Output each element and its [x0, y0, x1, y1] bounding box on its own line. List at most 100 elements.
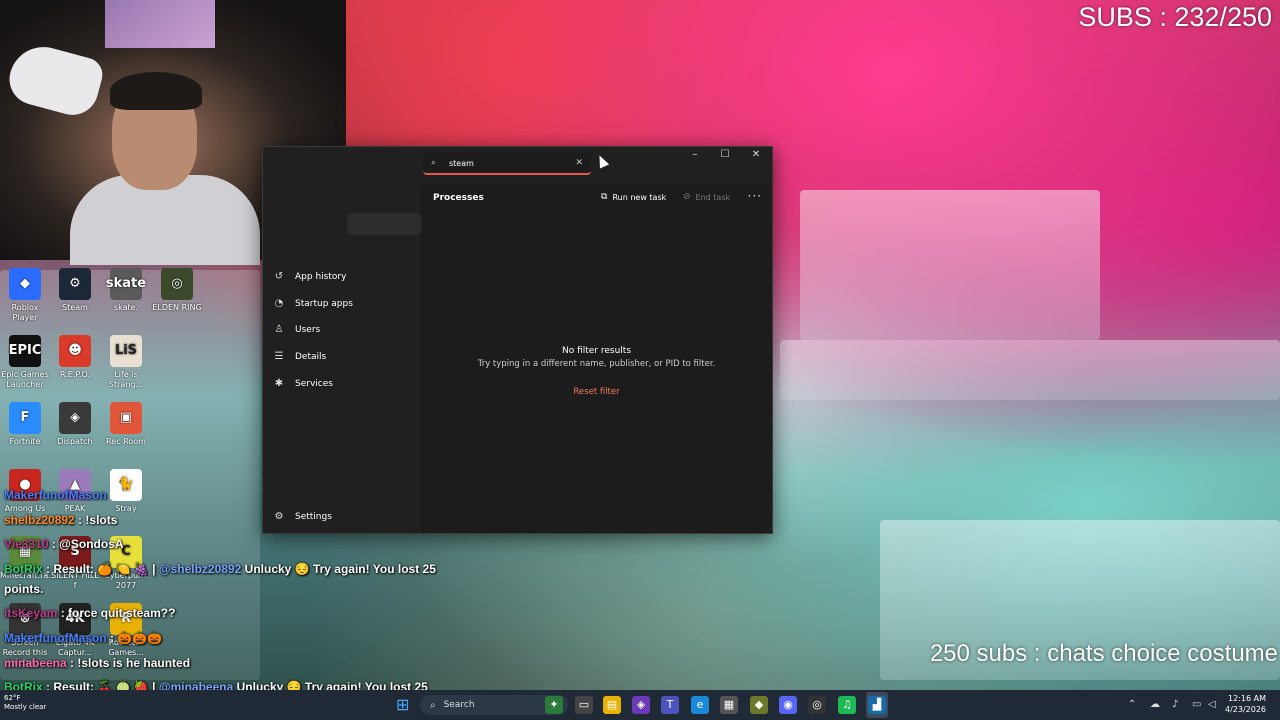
- weather-desc: Mostly clear: [4, 703, 47, 711]
- time: 12:16 AM: [1228, 694, 1267, 703]
- streamer-hair: [110, 72, 202, 110]
- microphone-icon[interactable]: ♪: [1172, 699, 1178, 710]
- desktop-icon-elden-ring[interactable]: ◎ ELDEN RING: [152, 268, 202, 313]
- desktop-icon-life-is-strange[interactable]: LiS Life is Strang...: [101, 335, 151, 390]
- end-task-label: End task: [695, 192, 731, 202]
- nav-services[interactable]: ✱ Services: [273, 378, 333, 390]
- close-button[interactable]: ✕: [746, 149, 766, 160]
- microphone: [3, 39, 107, 121]
- volume-icon[interactable]: ◁: [1208, 699, 1216, 710]
- minimize-button[interactable]: –: [685, 149, 705, 160]
- weather-temp: 62°F: [4, 694, 21, 702]
- puzzle-icon: ✱: [274, 378, 284, 389]
- chat-message: points.: [4, 582, 43, 596]
- desktop-icon-dispatch[interactable]: ◈ Dispatch: [50, 402, 100, 447]
- weather-widget[interactable]: 62°F Mostly clear: [4, 694, 46, 712]
- discord-icon[interactable]: ◉: [779, 696, 797, 714]
- steam-icon: ⚙: [59, 268, 91, 300]
- desktop-icon-fortnite[interactable]: F Fortnite: [0, 402, 50, 447]
- network-icon[interactable]: ▭: [1192, 699, 1201, 710]
- run-new-task-button[interactable]: ⧉ Run new task: [601, 192, 666, 202]
- chat-text: : !slots: [78, 513, 118, 527]
- windows-start-icon[interactable]: ⊞: [396, 696, 414, 714]
- life-is-strange-icon: LiS: [110, 335, 142, 367]
- subs-counter: SUBS : 232/250: [1078, 2, 1272, 32]
- block-icon: ⊘: [683, 192, 691, 202]
- task-view-icon[interactable]: ▭: [575, 696, 593, 714]
- desktop-icon-label: ELDEN RING: [152, 303, 202, 312]
- nav-settings[interactable]: ⚙ Settings: [273, 511, 332, 523]
- chat-message: BotRix : Result: 🍊 🍋 🍇 | @shelbz20892 Un…: [4, 562, 436, 576]
- stray-icon: 🐈: [110, 469, 142, 501]
- desktop-icon-label: Fortnite: [9, 437, 41, 446]
- nav-label: Services: [295, 379, 333, 389]
- nav-startup-apps[interactable]: ◔ Startup apps: [273, 298, 353, 310]
- nav-users[interactable]: ♙ Users: [273, 324, 321, 336]
- chat-message: itsKeyam : force quit steam??: [4, 606, 175, 620]
- desktop-icon-skate[interactable]: skate skate.: [101, 268, 151, 313]
- nav-selection-highlight: [347, 213, 421, 235]
- more-options-button[interactable]: ···: [748, 189, 762, 203]
- chat-message: shelbz20892 : !slots: [4, 513, 117, 527]
- search-icon: ⌕: [431, 158, 437, 168]
- taskbar-search-label: Search: [443, 700, 475, 710]
- store-icon[interactable]: ▦: [720, 696, 738, 714]
- users-icon: ♙: [274, 324, 284, 335]
- nav-label: App history: [295, 272, 347, 282]
- desktop-icon-roblox[interactable]: ◆ Roblox Player: [0, 268, 50, 323]
- dispatch-icon: ◈: [59, 402, 91, 434]
- list-icon: ☰: [274, 351, 284, 362]
- skate-icon: skate: [106, 268, 146, 300]
- chat-text: : Result: 🍊 🍋 🍇 |: [46, 562, 156, 576]
- chat-message: minabeena : !slots is he haunted: [4, 656, 190, 670]
- cloud-icon[interactable]: ☁: [1150, 699, 1160, 710]
- clock[interactable]: 12:16 AM 4/23/2026: [1225, 693, 1266, 715]
- desktop-icon-epic-games[interactable]: EPIC Epic Games Launcher: [0, 335, 50, 390]
- chat-message: MakerfunofMason : 🎃🎃🎃: [4, 631, 162, 645]
- nav-app-history[interactable]: ↺ App history: [273, 271, 347, 283]
- reset-filter-link[interactable]: Reset filter: [421, 387, 772, 397]
- app-icon[interactable]: ◆: [750, 696, 768, 714]
- chat-username: shelbz20892: [4, 513, 75, 527]
- search-input[interactable]: [447, 157, 571, 169]
- chevron-up-icon[interactable]: ⌃: [1128, 699, 1136, 710]
- desktop-icon-rec-room[interactable]: ▣ Rec Room: [101, 402, 151, 447]
- gear-icon: ⚙: [274, 511, 284, 522]
- task-manager-window: ↺ App history ◔ Startup apps ♙ Users ☰ D…: [262, 146, 773, 534]
- waterfall-decoration: [800, 190, 1100, 340]
- desktop-icon-steam[interactable]: ⚙ Steam: [50, 268, 100, 313]
- spotify-icon[interactable]: ♫: [838, 696, 856, 714]
- nav-label: Details: [295, 352, 327, 362]
- chat-text: : @SondosA: [51, 537, 124, 551]
- rec-room-icon: ▣: [110, 402, 142, 434]
- chat-mention: @shelbz20892: [158, 562, 242, 576]
- desktop-icon-stray[interactable]: 🐈 Stray: [101, 469, 151, 514]
- desktop-icon-label: Life is Strang...: [108, 370, 144, 389]
- chat-text: : !slots is he haunted: [70, 656, 191, 670]
- chat-username: itsKeyam: [4, 606, 58, 620]
- file-explorer-icon[interactable]: ▤: [603, 696, 621, 714]
- clear-search-icon[interactable]: ✕: [575, 158, 583, 168]
- monitor: [105, 0, 215, 48]
- widget-icon[interactable]: ✦: [545, 696, 563, 714]
- teams-icon[interactable]: T: [661, 696, 679, 714]
- processes-panel: Processes ⧉ Run new task ⊘ End task ··· …: [421, 183, 772, 533]
- copilot-icon[interactable]: ◈: [632, 696, 650, 714]
- repo-icon: ☻: [59, 335, 91, 367]
- chat-text: points.: [4, 582, 44, 596]
- maximize-button[interactable]: ☐: [715, 149, 735, 160]
- task-manager-nav: ↺ App history ◔ Startup apps ♙ Users ☰ D…: [263, 147, 421, 533]
- page-title: Processes: [433, 193, 484, 203]
- edge-icon[interactable]: e: [691, 696, 709, 714]
- speedometer-icon: ◔: [274, 298, 284, 309]
- end-task-button[interactable]: ⊘ End task: [683, 192, 730, 202]
- chat-username: BotRix: [4, 562, 43, 576]
- task-manager-icon[interactable]: ▟: [868, 696, 886, 714]
- nav-label: Startup apps: [295, 299, 353, 309]
- nav-label: Settings: [295, 512, 332, 522]
- search-box[interactable]: ⌕ ✕: [423, 153, 591, 175]
- nav-details[interactable]: ☰ Details: [273, 351, 327, 363]
- app-icon[interactable]: ◎: [808, 696, 826, 714]
- roblox-icon: ◆: [9, 268, 41, 300]
- desktop-icon-repo[interactable]: ☻ R.E.P.O.: [50, 335, 100, 380]
